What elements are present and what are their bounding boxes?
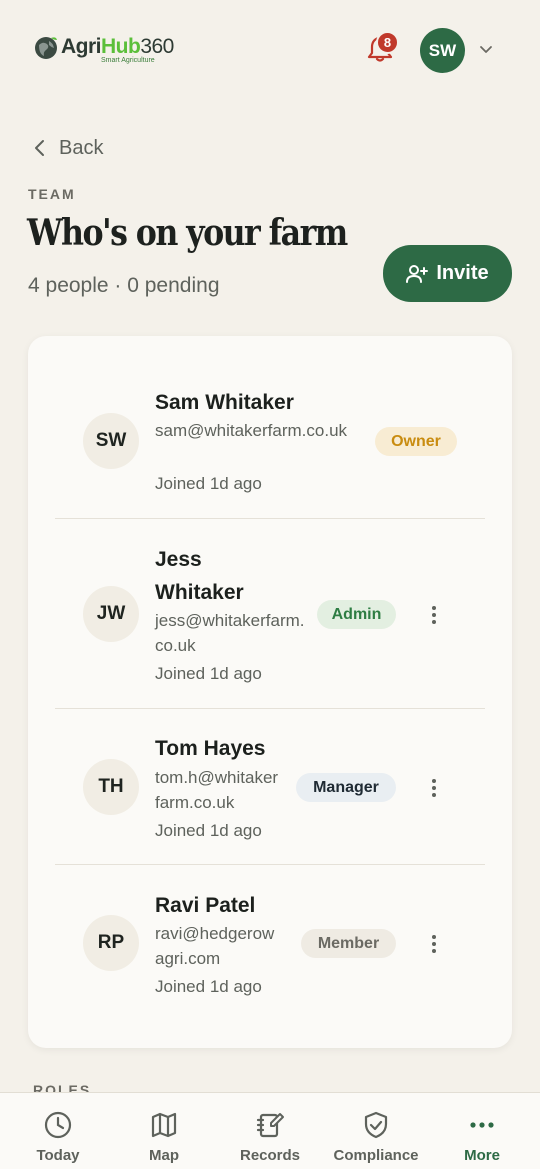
app-header: AgriHub360 Smart Agriculture 8 SW <box>0 0 540 100</box>
row-divider <box>55 708 485 709</box>
logo-wordmark: AgriHub360 <box>61 35 174 59</box>
logo-tagline: Smart Agriculture <box>101 57 155 64</box>
nav-item-more[interactable]: More <box>428 1093 536 1169</box>
member-joined: Joined 1d ago <box>155 821 262 840</box>
bottom-navigation: Today Map Records Compliance More <box>0 1092 540 1169</box>
member-joined: Joined 1d ago <box>155 474 262 493</box>
nav-label: Today <box>36 1147 80 1164</box>
nav-label: More <box>464 1147 500 1164</box>
member-name: Sam Whitaker <box>155 391 294 414</box>
shield-check-icon <box>364 1111 388 1139</box>
team-member-list: SW Sam Whitaker sam@whitakerfarm.co.uk J… <box>28 336 512 1048</box>
team-count-summary: 4 people · 0 pending <box>28 274 220 297</box>
row-divider <box>55 864 485 865</box>
agrihub-logo[interactable]: AgriHub360 Smart Agriculture <box>33 33 174 69</box>
member-avatar: TH <box>83 759 139 815</box>
member-actions-menu-icon[interactable] <box>424 604 444 626</box>
back-link[interactable]: Back <box>33 135 103 161</box>
chevron-left-icon <box>35 140 44 156</box>
member-name: Ravi Patel <box>155 894 256 917</box>
member-name: Jess Whitaker <box>155 548 244 604</box>
member-joined: Joined 1d ago <box>155 977 262 996</box>
member-email: tom.h@whitakerfarm.co.uk <box>155 768 279 812</box>
nav-item-compliance[interactable]: Compliance <box>322 1093 430 1169</box>
section-eyebrow: TEAM <box>28 186 76 202</box>
notification-count-badge: 8 <box>376 31 399 54</box>
map-icon <box>151 1112 177 1138</box>
nav-item-today[interactable]: Today <box>4 1093 112 1169</box>
nav-label: Records <box>239 1147 301 1164</box>
member-name: Tom Hayes <box>155 737 266 760</box>
role-badge-member[interactable]: Member <box>301 929 396 958</box>
logo-text-agri: Agri <box>61 35 102 58</box>
role-badge-manager[interactable]: Manager <box>296 773 396 802</box>
nav-label: Map <box>149 1147 179 1164</box>
page-title: Who's on your farm <box>27 212 348 254</box>
clock-icon <box>44 1111 72 1139</box>
role-badge-owner: Owner <box>375 427 457 456</box>
notebook-icon <box>256 1113 284 1138</box>
member-avatar: JW <box>83 586 139 642</box>
row-divider <box>55 518 485 519</box>
invite-button[interactable]: Invite <box>383 245 512 302</box>
member-avatar: SW <box>83 413 139 469</box>
user-avatar[interactable]: SW <box>420 28 465 73</box>
globe-logo-icon <box>35 37 57 59</box>
logo-text-hub: Hub <box>101 35 141 58</box>
member-actions-menu-icon[interactable] <box>424 933 444 955</box>
add-user-icon <box>406 264 429 283</box>
chevron-down-icon[interactable] <box>478 42 494 58</box>
member-avatar: RP <box>83 915 139 971</box>
member-email: jess@whitakerfarm.co.uk <box>155 611 305 655</box>
member-actions-menu-icon[interactable] <box>424 777 444 799</box>
more-dots-icon <box>470 1122 494 1128</box>
member-joined: Joined 1d ago <box>155 664 262 683</box>
member-email: ravi@hedgerowagri.com <box>155 924 275 968</box>
nav-label: Compliance <box>333 1147 419 1164</box>
role-badge-admin[interactable]: Admin <box>317 600 396 629</box>
nav-item-map[interactable]: Map <box>110 1093 218 1169</box>
back-label: Back <box>59 136 104 159</box>
nav-item-records[interactable]: Records <box>216 1093 324 1169</box>
member-email: sam@whitakerfarm.co.uk <box>155 421 348 440</box>
logo-text-360: 360 <box>140 35 174 58</box>
invite-label: Invite <box>436 262 489 284</box>
